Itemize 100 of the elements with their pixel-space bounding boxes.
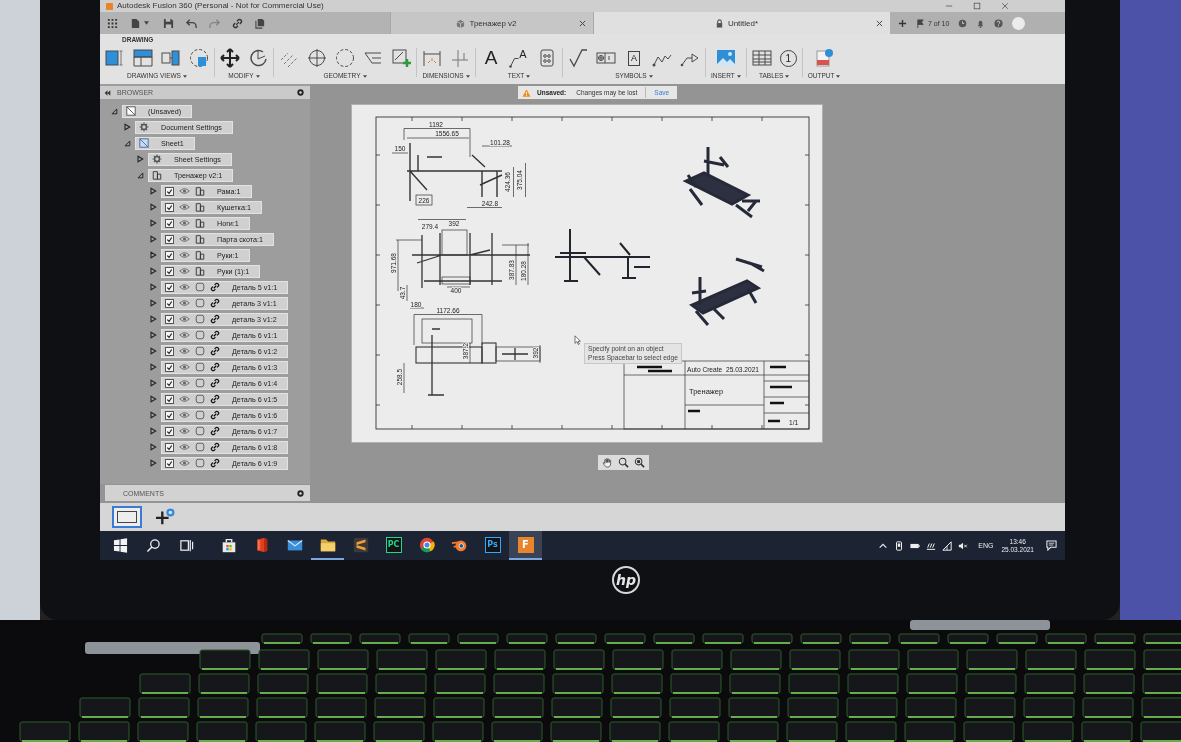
- checkbox[interactable]: [165, 426, 174, 436]
- checkbox[interactable]: [165, 250, 174, 260]
- eye-icon[interactable]: [179, 363, 190, 371]
- eye-icon[interactable]: [179, 299, 190, 307]
- eye-icon[interactable]: [179, 203, 190, 211]
- expand-arrow-icon[interactable]: [149, 427, 157, 435]
- pan-hand-icon[interactable]: [602, 457, 613, 468]
- start-icon[interactable]: [113, 538, 128, 553]
- network-icon[interactable]: [926, 540, 937, 551]
- eye-icon[interactable]: [179, 347, 190, 355]
- grid-icon[interactable]: [107, 17, 118, 29]
- close-icon[interactable]: [876, 19, 883, 27]
- expand-arrow-icon[interactable]: [149, 251, 157, 259]
- close-icon[interactable]: [1001, 2, 1009, 10]
- checkbox[interactable]: [165, 266, 174, 276]
- taskbar-button[interactable]: Ps: [476, 531, 509, 560]
- checkbox[interactable]: [165, 458, 174, 468]
- speaker-muted-icon[interactable]: [958, 540, 969, 551]
- expand-arrow-icon[interactable]: [149, 203, 157, 211]
- checkbox[interactable]: [165, 362, 174, 372]
- taskbar-button[interactable]: PC: [377, 531, 410, 560]
- split-panel-icon[interactable]: [161, 48, 181, 68]
- zoom-icon[interactable]: [618, 457, 629, 468]
- checkbox[interactable]: [165, 410, 174, 420]
- caret-icon[interactable]: [144, 21, 149, 25]
- bell-icon[interactable]: [976, 18, 986, 28]
- eye-icon[interactable]: [179, 251, 190, 259]
- expand-arrow-icon[interactable]: [149, 459, 157, 467]
- expand-arrow-icon[interactable]: [149, 235, 157, 243]
- checkbox[interactable]: [165, 218, 174, 228]
- detail-circle-icon[interactable]: [189, 48, 209, 68]
- help-icon[interactable]: [994, 18, 1004, 28]
- collapse-icon[interactable]: [104, 89, 111, 96]
- dot-icon[interactable]: [297, 89, 304, 96]
- eye-icon[interactable]: [179, 379, 190, 387]
- eye-icon[interactable]: [179, 219, 190, 227]
- checkbox[interactable]: [165, 378, 174, 388]
- expand-arrow-icon[interactable]: [123, 139, 131, 147]
- text-glyph[interactable]: A: [481, 48, 501, 68]
- expand-arrow-icon[interactable]: [149, 363, 157, 371]
- eye-icon[interactable]: [179, 187, 190, 195]
- root-symbol-icon[interactable]: [568, 48, 588, 68]
- leader-text-glyph[interactable]: A: [509, 48, 529, 68]
- document-output-icon[interactable]: [814, 48, 835, 68]
- documents-icon[interactable]: [255, 17, 266, 29]
- expand-arrow-icon[interactable]: [149, 219, 157, 227]
- expand-arrow-icon[interactable]: [149, 299, 157, 307]
- dashed-circle-icon[interactable]: [335, 48, 355, 68]
- expand-arrow-icon[interactable]: [149, 395, 157, 403]
- task-view-icon[interactable]: [179, 538, 194, 553]
- layout-icon[interactable]: [133, 48, 153, 68]
- eye-icon[interactable]: [179, 443, 190, 451]
- checkbox[interactable]: [165, 234, 174, 244]
- checkbox[interactable]: [165, 442, 174, 452]
- expand-arrow-icon[interactable]: [149, 443, 157, 451]
- checkbox[interactable]: [165, 186, 174, 196]
- expand-arrow-icon[interactable]: [149, 379, 157, 387]
- checkbox[interactable]: [165, 298, 174, 308]
- eye-icon[interactable]: [179, 235, 190, 243]
- dot-icon[interactable]: [297, 489, 304, 497]
- checkbox[interactable]: [165, 314, 174, 324]
- document-tab[interactable]: Тренажер v2: [390, 12, 593, 34]
- keypad-icon[interactable]: [537, 48, 557, 68]
- expand-arrow-icon[interactable]: [136, 155, 144, 163]
- expand-arrow-icon[interactable]: [149, 315, 157, 323]
- table-icon[interactable]: [751, 48, 772, 68]
- add-sheet-icon[interactable]: [154, 508, 176, 526]
- checkbox[interactable]: [165, 394, 174, 404]
- clock-icon[interactable]: [958, 18, 968, 28]
- save-icon[interactable]: [163, 17, 174, 29]
- datum-glyph[interactable]: A: [628, 50, 640, 66]
- crosshair-icon[interactable]: [307, 48, 327, 68]
- zoom-window-icon[interactable]: [634, 457, 645, 468]
- link-icon[interactable]: [232, 17, 243, 29]
- phone-icon[interactable]: [894, 540, 905, 551]
- eye-icon[interactable]: [179, 411, 190, 419]
- search-icon[interactable]: [146, 538, 161, 553]
- eye-icon[interactable]: [179, 427, 190, 435]
- notification-icon[interactable]: [1046, 540, 1057, 551]
- checkbox[interactable]: [165, 282, 174, 292]
- expand-arrow-icon[interactable]: [149, 283, 157, 291]
- signal-icon[interactable]: [942, 540, 953, 551]
- sheet-thumbnail[interactable]: [112, 506, 142, 528]
- expand-arrow-icon[interactable]: [149, 187, 157, 195]
- frame-plus-icon[interactable]: [391, 48, 411, 68]
- eye-icon[interactable]: [179, 395, 190, 403]
- eye-icon[interactable]: [179, 331, 190, 339]
- checkbox[interactable]: [165, 330, 174, 340]
- file-icon[interactable]: [130, 17, 141, 29]
- rotate-icon[interactable]: [248, 48, 268, 68]
- move-arrows-icon[interactable]: [220, 48, 240, 68]
- expand-arrow-icon[interactable]: [149, 347, 157, 355]
- checkbox[interactable]: [165, 202, 174, 212]
- expand-arrow-icon[interactable]: [149, 267, 157, 275]
- close-icon[interactable]: [579, 19, 586, 27]
- view-panel-icon[interactable]: [105, 48, 125, 68]
- document-tab[interactable]: Untitled*: [593, 12, 890, 34]
- checkbox[interactable]: [165, 346, 174, 356]
- image-icon[interactable]: [715, 48, 736, 68]
- eye-icon[interactable]: [179, 315, 190, 323]
